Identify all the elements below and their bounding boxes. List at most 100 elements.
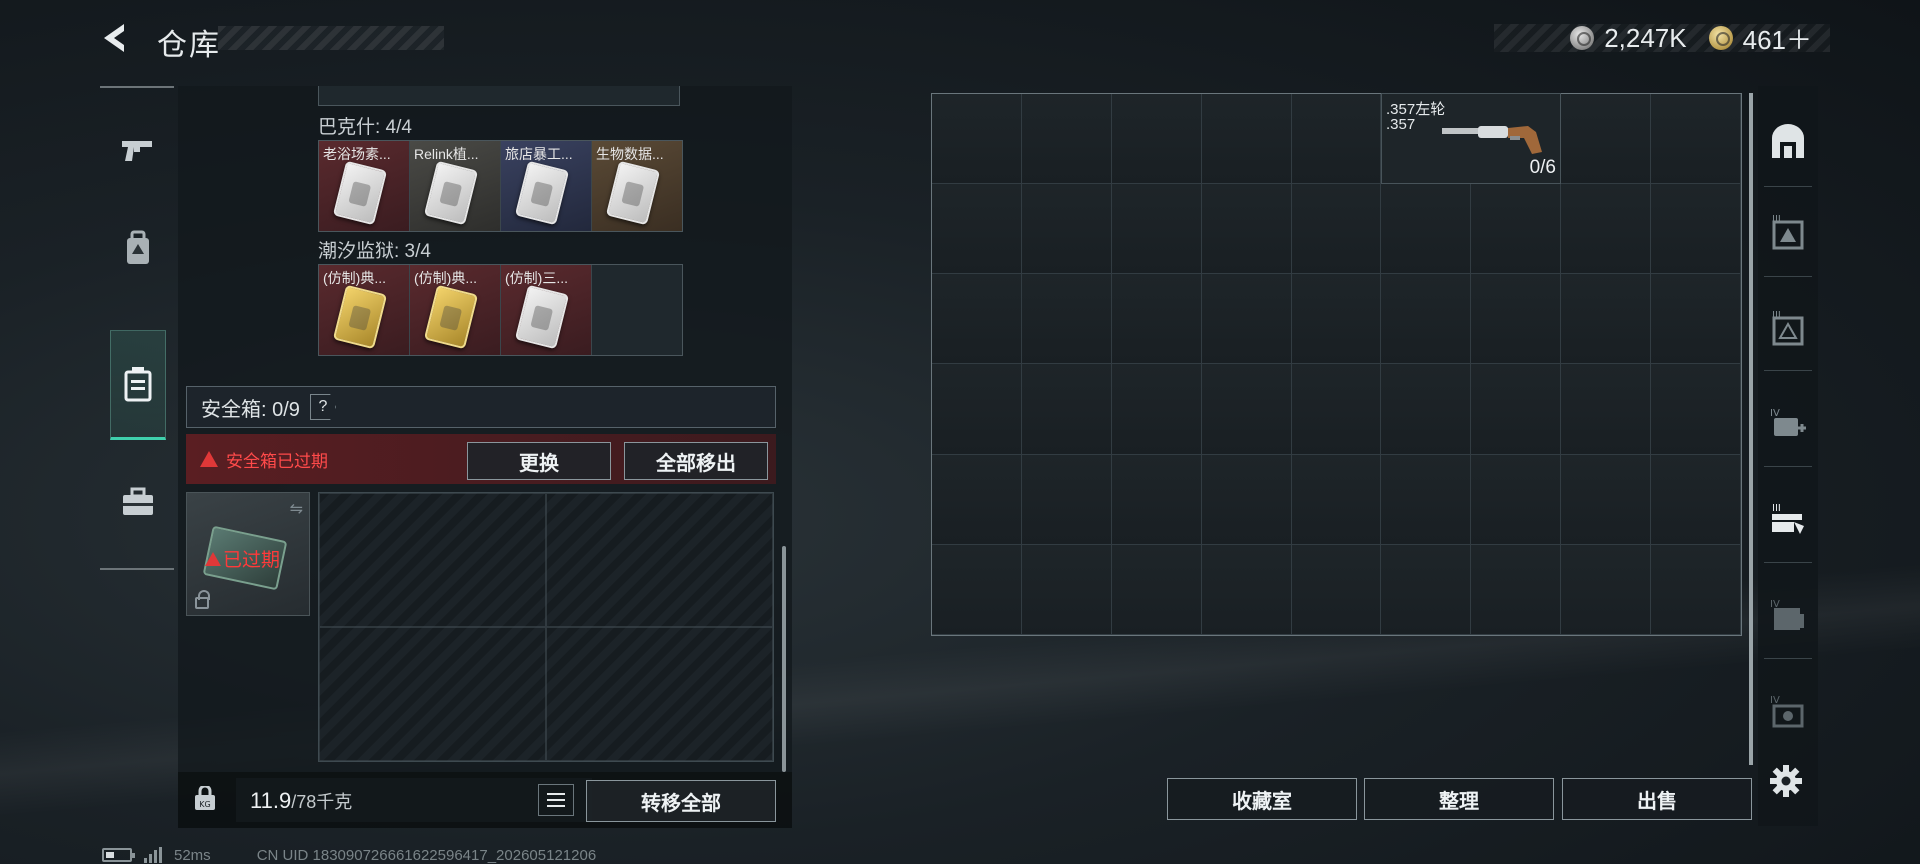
inventory-item[interactable]: 老浴场素... — [319, 141, 409, 231]
inventory-scrollbar[interactable] — [782, 546, 786, 772]
stash-cell[interactable] — [1651, 544, 1741, 635]
medkit-tab[interactable]: IV — [1766, 402, 1810, 446]
inventory-item[interactable]: (仿制)三... — [501, 265, 591, 355]
stash-cell[interactable] — [1381, 544, 1472, 635]
nav-divider — [100, 568, 174, 570]
item-name: (仿制)典... — [323, 270, 386, 286]
stash-cell[interactable] — [1291, 184, 1382, 275]
stash-cell[interactable] — [1561, 94, 1652, 185]
nav-divider — [1764, 276, 1812, 277]
stash-cell[interactable] — [1651, 94, 1741, 185]
stash-cell[interactable] — [1111, 454, 1202, 545]
stash-cell[interactable] — [1291, 454, 1382, 545]
stash-cell[interactable] — [1561, 274, 1652, 365]
stash-cell[interactable] — [1561, 454, 1652, 545]
container-tab[interactable]: IV — [1766, 594, 1810, 638]
stash-cell[interactable] — [932, 274, 1022, 365]
stash-cell[interactable] — [1471, 454, 1562, 545]
stash-cell[interactable] — [1291, 544, 1382, 635]
group-label-bakshi: 巴克什: 4/4 — [318, 117, 412, 138]
medkit-icon: IV — [1770, 408, 1806, 436]
stash-cell[interactable] — [1291, 364, 1382, 455]
stash-cell[interactable] — [1021, 544, 1112, 635]
inventory-item[interactable]: (仿制)典... — [410, 265, 500, 355]
inventory-item[interactable]: 生物数据... — [592, 141, 682, 231]
stash-cell[interactable] — [1291, 94, 1382, 185]
stash-cell[interactable] — [932, 94, 1022, 185]
stash-cell[interactable] — [1021, 94, 1112, 185]
help-button[interactable]: ? — [309, 394, 336, 420]
stash-cell[interactable] — [1651, 364, 1741, 455]
safe-slot[interactable] — [319, 627, 546, 761]
stash-cell[interactable] — [1021, 454, 1112, 545]
transfer-all-button[interactable]: 转移全部 — [586, 780, 776, 822]
stash-cell[interactable] — [1111, 544, 1202, 635]
stash-cell[interactable] — [1561, 364, 1652, 455]
stash-cell[interactable] — [1471, 364, 1562, 455]
stash-cell[interactable] — [1111, 364, 1202, 455]
stash-cell[interactable] — [1021, 364, 1112, 455]
stash-cell[interactable] — [1381, 274, 1472, 365]
stash-cell[interactable] — [1111, 184, 1202, 275]
stash-cell[interactable] — [1111, 274, 1202, 365]
stash-cell[interactable] — [1651, 274, 1741, 365]
nav-toolbox-tab[interactable] — [110, 474, 166, 530]
collection-room-button[interactable]: 收藏室 — [1167, 778, 1357, 820]
stash-cell[interactable] — [932, 454, 1022, 545]
inventory-item[interactable]: (仿制)典... — [319, 265, 409, 355]
stash-item-revolver[interactable]: .357左轮 .357 0/6 — [1381, 93, 1561, 184]
stash-cell[interactable] — [1201, 454, 1292, 545]
sell-button[interactable]: 出售 — [1562, 778, 1752, 820]
stash-cell[interactable] — [1021, 274, 1112, 365]
stash-cell[interactable] — [1471, 274, 1562, 365]
stash-cell[interactable] — [932, 184, 1022, 275]
safebox-icon — [124, 367, 152, 402]
stash-cell[interactable] — [1471, 184, 1562, 275]
stash-cell[interactable] — [1381, 364, 1472, 455]
stash-cell[interactable] — [1561, 544, 1652, 635]
stash-cell[interactable] — [932, 364, 1022, 455]
stash-cell[interactable] — [1021, 184, 1112, 275]
svg-text:IV: IV — [1770, 695, 1780, 706]
safe-case-slot[interactable]: ⇋ 已过期 — [186, 492, 310, 616]
stash-cell[interactable] — [1651, 454, 1741, 545]
case-expired-text: 已过期 — [223, 550, 281, 571]
svg-text:III: III — [1772, 503, 1781, 514]
nav-safebox-tab[interactable] — [110, 330, 166, 440]
stash-scrollbar[interactable] — [1749, 93, 1753, 765]
stash-cell[interactable] — [1381, 454, 1472, 545]
sort-button[interactable]: 整理 — [1364, 778, 1554, 820]
replace-button[interactable]: 更换 — [467, 442, 611, 480]
stash-cell[interactable] — [1201, 274, 1292, 365]
container-tab[interactable]: IV — [1766, 690, 1810, 734]
inventory-item[interactable]: 旅店暴工... — [501, 141, 591, 231]
stash-tab[interactable] — [1766, 120, 1810, 164]
stash-cell[interactable] — [1111, 94, 1202, 185]
inventory-item[interactable]: Relink植... — [410, 141, 500, 231]
safe-slot[interactable] — [546, 627, 773, 761]
stash-cell[interactable] — [1561, 184, 1652, 275]
stash-cell[interactable] — [1201, 544, 1292, 635]
nav-divider — [1764, 466, 1812, 467]
back-button[interactable] — [96, 18, 136, 58]
settings-gear-icon[interactable] — [1768, 763, 1804, 799]
stash-cell[interactable] — [1471, 544, 1562, 635]
safe-slot[interactable] — [319, 493, 546, 627]
stash-cell[interactable] — [1201, 184, 1292, 275]
container-tab[interactable]: III — [1766, 210, 1810, 254]
nav-backpack-tab[interactable] — [110, 220, 166, 276]
nav-gun-tab[interactable] — [110, 122, 166, 178]
remove-all-button[interactable]: 全部移出 — [624, 442, 768, 480]
safe-slot[interactable] — [546, 493, 773, 627]
stash-cell[interactable] — [1651, 184, 1741, 275]
stash-cell[interactable] — [1201, 364, 1292, 455]
stash-cell[interactable] — [1201, 94, 1292, 185]
weight-max: /78千克 — [291, 792, 353, 812]
weapon-rack-tab[interactable]: III — [1766, 498, 1810, 542]
stash-cell[interactable] — [932, 544, 1022, 635]
container-tab[interactable]: III — [1766, 306, 1810, 350]
list-view-button[interactable] — [538, 784, 574, 816]
gun-icon — [122, 141, 152, 161]
stash-cell[interactable] — [1291, 274, 1382, 365]
stash-cell[interactable] — [1381, 184, 1472, 275]
